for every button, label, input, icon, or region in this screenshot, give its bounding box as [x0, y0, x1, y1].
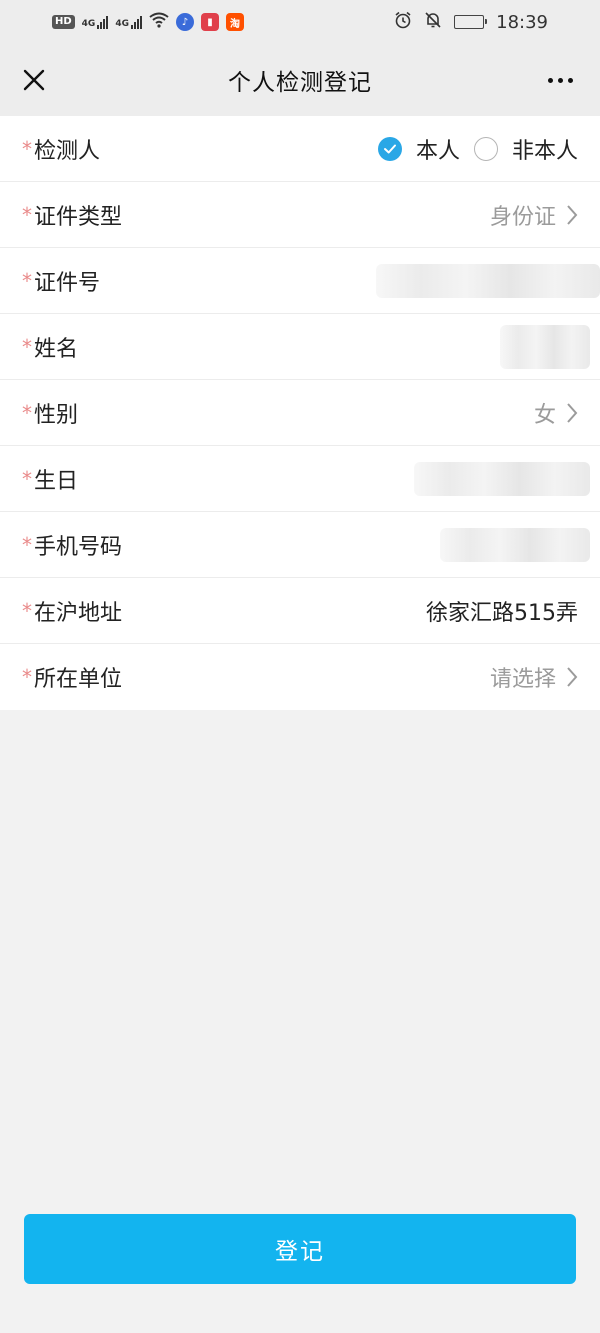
required-mark: * — [22, 400, 32, 425]
gender-value: 女 — [533, 402, 556, 428]
radio-self-label: 本人 — [415, 138, 460, 164]
status-left: HD 4G 4G ♪ ▮ 淘 — [52, 12, 244, 32]
more-icon[interactable] — [542, 64, 578, 96]
name-field[interactable] — [500, 324, 590, 369]
hd-icon: HD — [52, 15, 75, 29]
bell-off-icon — [424, 11, 442, 33]
unchecked-radio-icon — [473, 136, 498, 161]
required-mark: * — [22, 136, 32, 161]
form-row-birthday: * 生日 — [0, 446, 600, 512]
id-number-field[interactable] — [376, 263, 600, 298]
checked-radio-icon — [377, 136, 402, 161]
required-mark: * — [22, 268, 32, 293]
form-row-id-number: * 证件号 — [0, 248, 600, 314]
required-mark: * — [22, 665, 32, 689]
form-row-tester: * 检测人 本人 非本人 — [0, 116, 600, 182]
form-row-name: * 姓名 — [0, 314, 600, 380]
registration-form: * 检测人 本人 非本人 * 证件类型 身份证 * 证件号 * 姓名 * 性别 … — [0, 116, 600, 710]
birthday-field[interactable] — [414, 461, 590, 496]
form-row-address: * 在沪地址 徐家汇路515弄 — [0, 578, 600, 644]
form-row-phone: * 手机号码 — [0, 512, 600, 578]
id-number-label: 证件号 — [34, 270, 101, 296]
page: HD 4G 4G ♪ ▮ 淘 18:39 个人检测登记 * 检测人 本人 非本人… — [0, 0, 600, 1333]
status-bar: HD 4G 4G ♪ ▮ 淘 18:39 — [0, 0, 600, 44]
required-mark: * — [22, 532, 32, 557]
status-right: 18:39 — [394, 11, 548, 33]
id-type-label: 证件类型 — [34, 204, 123, 230]
radio-self[interactable]: 本人 — [377, 133, 460, 165]
address-label: 在沪地址 — [34, 600, 123, 626]
book-app-icon: ▮ — [200, 13, 219, 31]
tester-label: 检测人 — [34, 138, 101, 164]
gender-label: 性别 — [34, 402, 79, 428]
required-mark: * — [22, 202, 32, 227]
birthday-label: 生日 — [34, 468, 79, 494]
page-title: 个人检测登记 — [228, 70, 372, 96]
employer-label: 所在单位 — [34, 667, 123, 692]
music-app-icon: ♪ — [175, 13, 194, 31]
phone-field[interactable] — [440, 527, 590, 562]
required-mark: * — [22, 598, 32, 623]
employer-placeholder: 请选择 — [489, 667, 556, 692]
name-label: 姓名 — [34, 336, 79, 362]
required-mark: * — [22, 466, 32, 491]
radio-other[interactable]: 非本人 — [473, 133, 578, 165]
signal-icon: 4G — [82, 15, 109, 29]
chevron-right-icon — [566, 402, 578, 424]
battery-icon — [454, 15, 488, 29]
sim1-network-label: 4G — [81, 19, 96, 29]
form-row-gender[interactable]: * 性别 女 — [0, 380, 600, 446]
nav-bar: 个人检测登记 — [0, 44, 600, 116]
chevron-right-icon — [566, 666, 578, 688]
address-field[interactable]: 徐家汇路515弄 — [426, 595, 578, 627]
phone-label: 手机号码 — [34, 534, 123, 560]
id-type-value: 身份证 — [489, 204, 556, 230]
chevron-right-icon — [566, 204, 578, 226]
alarm-icon — [394, 11, 412, 33]
form-row-employer[interactable]: * 所在单位 请选择 — [0, 644, 600, 710]
register-button[interactable]: 登记 — [24, 1214, 576, 1284]
wifi-icon — [149, 12, 169, 32]
required-mark: * — [22, 334, 32, 359]
clock: 18:39 — [496, 11, 548, 33]
tester-radio-group: 本人 非本人 — [377, 133, 578, 165]
taobao-app-icon: 淘 — [225, 13, 244, 31]
radio-other-label: 非本人 — [511, 138, 578, 164]
signal-icon: 4G — [115, 15, 142, 29]
close-icon[interactable] — [16, 62, 52, 98]
form-row-id-type[interactable]: * 证件类型 身份证 — [0, 182, 600, 248]
sim2-network-label: 4G — [115, 19, 129, 29]
